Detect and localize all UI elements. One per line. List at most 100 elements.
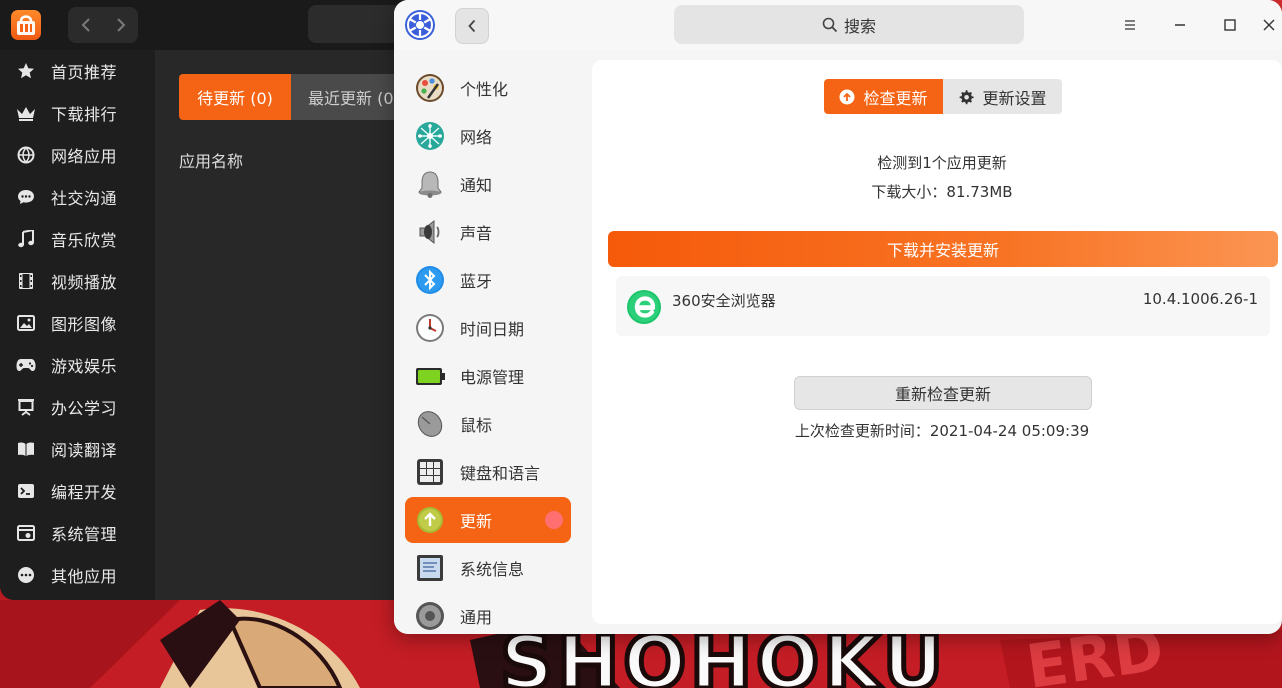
nav-item-power[interactable]: 电源管理 [405,353,571,399]
sidebar-item-office[interactable]: 办公学习 [0,386,155,428]
nav-item-mouse[interactable]: 鼠标 [405,401,571,447]
bell-icon [418,171,442,198]
app-name: 360安全浏览器 [672,292,776,310]
speaker-icon [419,219,440,245]
gamepad-icon [16,355,36,375]
nav-item-sound[interactable]: 声音 [405,209,571,255]
sidebar-item-games[interactable]: 游戏娱乐 [0,344,155,386]
globe-icon [16,145,36,165]
close-button[interactable] [1254,10,1282,40]
search-placeholder: 搜索 [843,16,876,36]
nav-item-label: 通知 [460,176,493,195]
sidebar-item-others[interactable]: 其他应用 [0,554,155,596]
back-button[interactable] [455,8,489,44]
nav-item-label: 时间日期 [460,320,525,339]
sidebar-item-music[interactable]: 音乐欣赏 [0,218,155,260]
hamburger-menu-icon [1125,20,1135,30]
nav-item-label: 通用 [460,608,493,627]
crown-icon [16,103,36,123]
menu-button[interactable] [1115,10,1145,40]
sidebar-item-reading[interactable]: 阅读翻译 [0,428,155,470]
star-icon [16,61,36,81]
sidebar-item-home[interactable]: 首页推荐 [0,50,155,92]
sidebar-item-video[interactable]: 视频播放 [0,260,155,302]
tab-check-updates-label: 检查更新 [863,88,928,108]
back-button[interactable] [68,7,103,43]
app-store-nav-buttons [68,7,138,43]
close-icon [1263,19,1275,31]
bluetooth-icon [416,266,444,294]
sidebar-item-label: 首页推荐 [51,63,118,82]
nav-item-keyboard[interactable]: 键盘和语言 [405,449,571,495]
sidebar-item-label: 系统管理 [51,525,118,544]
nav-item-bluetooth[interactable]: 蓝牙 [405,257,571,303]
update-list-item: 360安全浏览器 10.4.1006.26-1 [616,276,1270,336]
nav-item-system-info[interactable]: 系统信息 [405,545,571,591]
tab-update-settings-label: 更新设置 [982,88,1047,108]
sidebar-item-label: 其他应用 [51,567,118,586]
nav-item-label: 更新 [460,512,493,531]
nav-item-datetime[interactable]: 时间日期 [405,305,571,351]
chevron-left-icon [81,18,90,32]
sidebar-item-social[interactable]: 社交沟通 [0,176,155,218]
app-store-window: 首页推荐 下载排行 网络应用 社交沟通 音乐欣赏 视频播放 图形图像 游戏娱乐 [0,0,440,600]
film-icon [16,271,36,291]
search-input[interactable]: 搜索 [674,5,1024,44]
sidebar-item-ranking[interactable]: 下载排行 [0,92,155,134]
tab-recent-updates[interactable]: 最近更新 (0 [291,74,411,120]
forward-button[interactable] [103,7,138,43]
minimize-icon [1175,24,1185,26]
app-store-logo-icon [11,10,41,40]
system-info-icon [417,555,443,581]
nav-item-label: 声音 [460,224,493,243]
tab-update-settings[interactable]: 更新设置 [943,79,1062,114]
maximize-icon [1224,19,1236,31]
nav-item-network[interactable]: 网络 [405,113,571,159]
chevron-right-icon [116,18,125,32]
arrow-up-circle-icon [839,89,855,104]
presentation-icon [16,397,36,417]
music-note-icon [16,229,36,249]
nav-item-update[interactable]: 更新 [405,497,571,543]
clock-icon [416,314,444,342]
nav-item-notification[interactable]: 通知 [405,161,571,207]
app-store-tabs: 待更新 (0) 最近更新 (0 [179,74,411,120]
sidebar-item-system[interactable]: 系统管理 [0,512,155,554]
minimize-button[interactable] [1165,10,1195,40]
download-install-button[interactable]: 下载并安装更新 [608,231,1278,267]
sidebar-item-graphics[interactable]: 图形图像 [0,302,155,344]
nav-item-general[interactable]: 通用 [405,593,571,634]
sidebar-item-label: 社交沟通 [51,189,118,208]
sidebar-item-label: 网络应用 [51,147,118,166]
tab-pending-updates[interactable]: 待更新 (0) [179,74,291,120]
recheck-updates-button[interactable]: 重新检查更新 [794,376,1092,410]
sidebar-item-development[interactable]: 编程开发 [0,470,155,512]
app-store-titlebar [0,0,440,50]
app-version: 10.4.1006.26-1 [1142,290,1258,308]
update-icon [417,507,443,533]
sidebar-item-label: 音乐欣赏 [51,231,118,250]
control-center-nav: 个性化 网络 通知 声音 蓝牙 时间日期 电源管理 鼠标 键盘和语言 更新 系统… [394,50,582,634]
terminal-icon [16,481,36,501]
last-check-time: 上次检查更新时间：2021-04-24 05:09:39 [794,422,1090,440]
download-size-text: 下载大小：81.73MB [871,183,1013,201]
chevron-left-icon [468,19,476,33]
sidebar-item-label: 游戏娱乐 [51,357,118,376]
sidebar-item-label: 办公学习 [51,399,118,418]
nav-item-label: 鼠标 [460,416,493,435]
nav-item-label: 网络 [460,128,493,147]
control-center-window: 搜索 个性化 网络 通知 声音 蓝牙 时间日期 电源管理 鼠标 键盘和语言 更新… [394,0,1282,634]
control-center-logo-icon [404,9,436,41]
sidebar-item-network-apps[interactable]: 网络应用 [0,134,155,176]
nav-item-personalization[interactable]: 个性化 [405,65,571,111]
tab-check-updates[interactable]: 检查更新 [824,79,943,114]
sidebar-item-label: 图形图像 [51,315,118,334]
network-icon [416,122,444,150]
gear-icon [960,89,975,104]
keyboard-icon [417,459,443,485]
sidebar-item-label: 阅读翻译 [51,441,118,460]
image-icon [16,313,36,333]
nav-item-label: 系统信息 [460,560,525,579]
sidebar-item-label: 视频播放 [51,273,118,292]
maximize-button[interactable] [1215,10,1245,40]
